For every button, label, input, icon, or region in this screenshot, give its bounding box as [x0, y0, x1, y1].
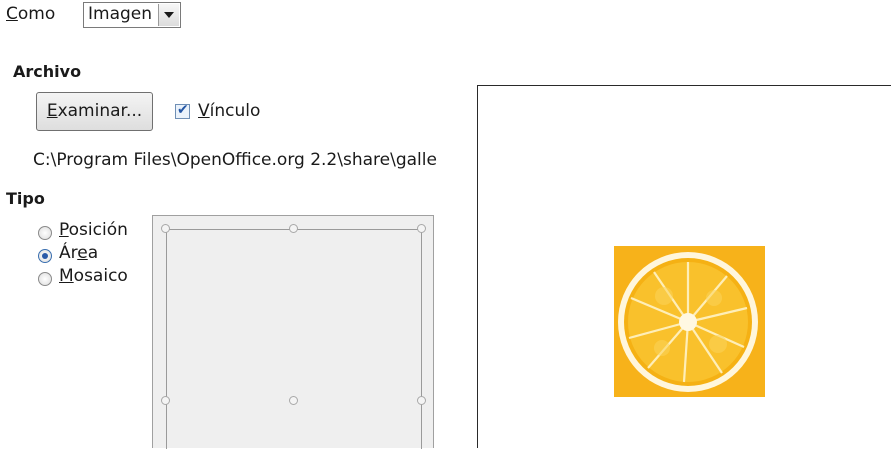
como-select[interactable]: Imagen — [83, 2, 181, 28]
chevron-down-icon[interactable] — [158, 4, 179, 26]
file-path: C:\Program Files\OpenOffice.org 2.2\shar… — [33, 150, 437, 170]
radio-area-label[interactable]: Área — [59, 243, 98, 263]
radio-posicion-label[interactable]: Posición — [59, 220, 128, 240]
radio-mosaico-label[interactable]: Mosaico — [59, 266, 128, 286]
position-grid — [152, 215, 434, 449]
position-middle-left[interactable] — [161, 396, 170, 405]
position-top-right[interactable] — [417, 224, 426, 233]
radio-area[interactable] — [38, 249, 52, 263]
orange-slice-image — [614, 246, 765, 397]
link-checkbox[interactable] — [175, 102, 190, 119]
link-checkbox-label[interactable]: Vínculo — [198, 101, 260, 121]
radio-posicion[interactable] — [38, 226, 52, 240]
radio-mosaico[interactable] — [38, 272, 52, 286]
position-middle-right[interactable] — [417, 396, 426, 405]
position-top-center[interactable] — [289, 224, 298, 233]
browse-button[interactable]: Examinar... — [36, 92, 153, 131]
position-top-left[interactable] — [161, 224, 170, 233]
archivo-heading: Archivo — [13, 62, 82, 81]
como-select-value: Imagen — [88, 4, 153, 24]
position-center[interactable] — [289, 396, 298, 405]
como-label: Como — [6, 4, 56, 24]
tipo-heading: Tipo — [6, 189, 45, 208]
